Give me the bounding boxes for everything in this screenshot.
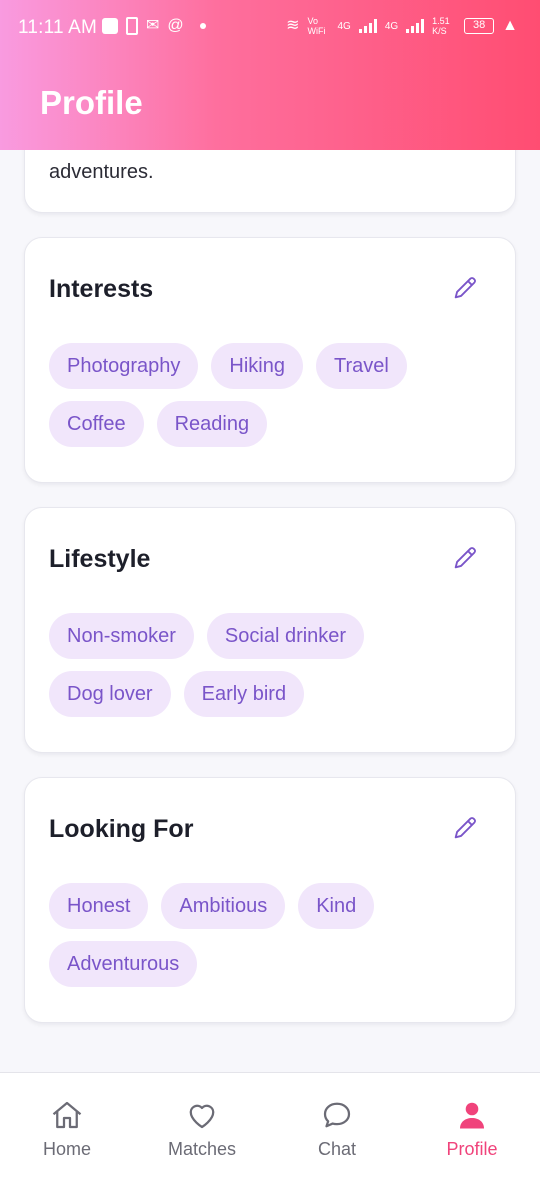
signal-icon-2	[406, 19, 425, 33]
chip-kind[interactable]: Kind	[298, 883, 375, 929]
nav-profile-label: Profile	[446, 1139, 498, 1159]
chip-honest[interactable]: Honest	[49, 883, 149, 929]
page-title: Profile	[40, 84, 143, 121]
chip-ambitious[interactable]: Ambitious	[161, 883, 286, 929]
alert-icon: ▲	[502, 17, 518, 34]
nav-home[interactable]: Home	[12, 1097, 122, 1160]
wifi-icon: ≋	[286, 17, 300, 34]
phone-icon	[126, 17, 138, 35]
interests-chips: Photography Hiking Travel Coffee Reading	[49, 343, 491, 447]
chip-coffee[interactable]: Coffee	[49, 401, 144, 447]
nav-profile[interactable]: Profile	[417, 1097, 527, 1160]
chip-social-drinker[interactable]: Social drinker	[206, 613, 365, 659]
network-4g-label-2: 4G	[384, 20, 399, 32]
more-notifications-icon	[199, 23, 206, 29]
section-title-lifestyle: Lifestyle	[49, 545, 151, 573]
section-title-interests: Interests	[49, 275, 154, 303]
edit-interests-icon[interactable]	[451, 274, 479, 302]
lifestyle-chips: Non-smoker Social drinker Dog lover Earl…	[49, 613, 491, 717]
chip-non-smoker[interactable]: Non-smoker	[49, 613, 194, 659]
chat-icon	[323, 1102, 351, 1128]
threads-icon: @	[167, 17, 184, 34]
notification-icons: ✉ @	[102, 17, 206, 35]
notification-app-icon	[102, 18, 118, 34]
nav-home-label: Home	[42, 1139, 91, 1159]
heart-icon	[189, 1104, 215, 1129]
net-speed: 1.51 K/S	[432, 16, 450, 36]
section-title-looking-for: Looking For	[49, 815, 194, 843]
nav-chat[interactable]: Chat	[282, 1097, 392, 1160]
edit-lifestyle-icon[interactable]	[451, 544, 479, 572]
chip-photography[interactable]: Photography	[49, 343, 199, 389]
vowifi-label: Vo WiFi	[307, 16, 326, 36]
network-4g-label-1: 4G	[337, 20, 351, 32]
home-icon	[52, 1101, 82, 1129]
mail-icon: ✉	[146, 17, 160, 34]
chip-travel[interactable]: Travel	[316, 343, 407, 389]
chip-reading[interactable]: Reading	[156, 401, 268, 447]
app-header: 11:11 AM ✉ @ ≋ Vo WiFi 4G 4G 1.51 K/S 38…	[0, 0, 540, 150]
status-time: 11:11 AM	[18, 17, 98, 38]
chip-hiking[interactable]: Hiking	[211, 343, 303, 389]
battery-icon: 38	[464, 18, 495, 34]
system-indicators: ≋ Vo WiFi 4G 4G 1.51 K/S 38 ▲	[286, 16, 518, 36]
person-icon	[460, 1102, 484, 1129]
about-text: adventures.	[49, 161, 154, 183]
status-bar: 11:11 AM ✉ @ ≋ Vo WiFi 4G 4G 1.51 K/S 38…	[0, 0, 540, 56]
about-card: adventures.	[24, 150, 516, 213]
interests-card: Interests Photography Hiking Travel Coff…	[24, 237, 516, 483]
looking-for-card: Looking For Honest Ambitious Kind Advent…	[24, 777, 516, 1023]
nav-matches[interactable]: Matches	[147, 1097, 257, 1160]
chip-dog-lover[interactable]: Dog lover	[49, 671, 171, 717]
nav-matches-label: Matches	[167, 1139, 237, 1159]
edit-looking-for-icon[interactable]	[451, 814, 479, 842]
chip-early-bird[interactable]: Early bird	[183, 671, 305, 717]
lifestyle-card: Lifestyle Non-smoker Social drinker Dog …	[24, 507, 516, 753]
looking-for-chips: Honest Ambitious Kind Adventurous	[49, 883, 491, 987]
bottom-navigation: Home Matches Chat Profile	[0, 1072, 540, 1200]
signal-icon-1	[358, 19, 377, 33]
chip-adventurous[interactable]: Adventurous	[49, 941, 198, 987]
profile-content[interactable]: adventures. Interests Photography Hiking…	[0, 150, 540, 1072]
nav-chat-label: Chat	[317, 1139, 357, 1159]
